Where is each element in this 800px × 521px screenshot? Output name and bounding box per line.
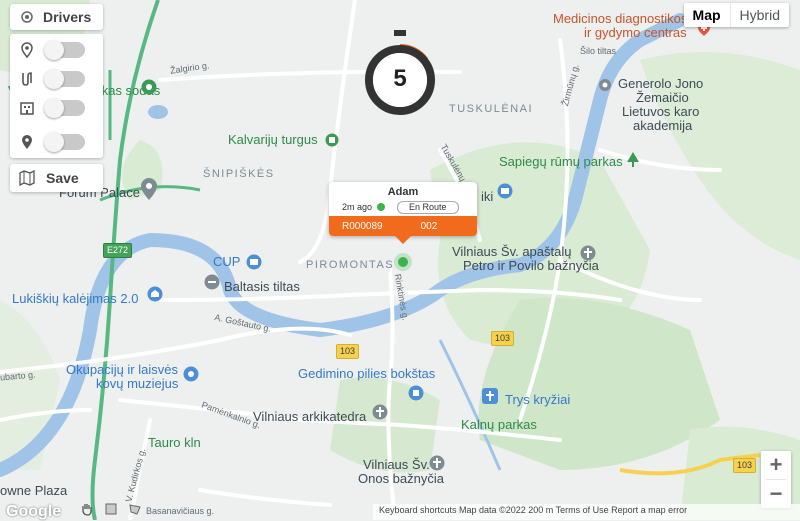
- driver-location-marker[interactable]: [394, 253, 412, 271]
- driver-last-seen: 2m ago: [342, 202, 373, 212]
- place-label-tauro-kalnas[interactable]: Tauro kln: [148, 435, 201, 451]
- church-petro-icon[interactable]: [580, 245, 596, 261]
- place-label-onos-line2: Onos bažnyčia: [358, 471, 444, 486]
- zoom-control: + −: [761, 451, 791, 508]
- settings-icon: [21, 11, 33, 23]
- road-shield-103: 103: [336, 344, 360, 359]
- place-label-cup[interactable]: CUP: [213, 254, 240, 270]
- order-id: R000089: [342, 220, 383, 232]
- shop-pin-icon[interactable]: [497, 183, 513, 199]
- museum-icon[interactable]: [147, 286, 163, 302]
- street-label-silo-tiltas: Šilo tiltas: [580, 46, 617, 56]
- driver-info-card[interactable]: Adam 2m ago En Route R000089 002: [329, 182, 477, 244]
- order-number: 002: [420, 220, 438, 232]
- district-label-piromontas: PIROMONTAS: [306, 259, 395, 271]
- timer-value: 5: [393, 65, 407, 92]
- road-shield-103-south: 103: [733, 458, 757, 473]
- cup-mall-icon[interactable]: [246, 254, 262, 270]
- buildings-switch[interactable]: [44, 98, 85, 118]
- castle-icon[interactable]: [408, 385, 424, 401]
- square-draw-icon[interactable]: [104, 502, 118, 516]
- place-label-petro-povilo-line2: Petro ir Povilo bažnyčia: [463, 258, 599, 273]
- driver-status-badge: En Route: [397, 200, 459, 214]
- layer-toggles: [10, 34, 103, 158]
- place-pin-icon[interactable]: [598, 78, 612, 92]
- google-logo[interactable]: Google: [6, 503, 61, 521]
- save-button[interactable]: Save: [10, 164, 103, 192]
- place-label-arkikatedra[interactable]: Vilniaus arkikatedra: [253, 409, 366, 425]
- place-label-sapiegu-parkas[interactable]: Sapiegų rūmų parkas: [499, 154, 623, 170]
- map-type-map-button[interactable]: Map: [684, 3, 730, 27]
- district-label-snipiskes: ŠNIPIŠKĖS: [203, 168, 275, 180]
- forum-pin-icon[interactable]: [140, 178, 158, 200]
- place-label-baltasis-tiltas[interactable]: Baltasis tiltas: [224, 279, 300, 295]
- place-label-lukiskiu[interactable]: Lukiškių kalėjimas 2.0: [12, 291, 138, 307]
- place-label-towne-plaza[interactable]: owne Plaza: [0, 483, 67, 499]
- toggle-row-locations: [10, 128, 103, 156]
- toggle-row-pins: [10, 36, 103, 64]
- place-label-generolo-line4: akademija: [633, 118, 693, 133]
- tree-icon: [627, 152, 639, 167]
- map-attribution: Keyboard shortcuts Map data ©2022 200 m …: [373, 504, 800, 520]
- place-label-gedimino[interactable]: Gedimino pilies bokštas: [298, 366, 435, 382]
- hand-pan-icon[interactable]: [80, 502, 94, 516]
- church-icon[interactable]: [372, 404, 388, 420]
- route-icon: [22, 72, 32, 86]
- toggle-row-routes: [10, 65, 103, 93]
- monument-icon[interactable]: [482, 388, 498, 404]
- order-bar[interactable]: R000089 002: [329, 216, 477, 236]
- place-label-kalnu-parkas[interactable]: Kalnų parkas: [461, 417, 537, 433]
- map-pin-icon: [21, 42, 33, 58]
- locations-switch[interactable]: [44, 132, 85, 152]
- routes-switch[interactable]: [44, 69, 85, 89]
- drivers-label: Drivers: [43, 9, 92, 25]
- toggle-row-buildings: [10, 94, 103, 122]
- location-icon: [22, 135, 32, 149]
- garden-pin-icon[interactable]: [141, 79, 157, 95]
- zoom-in-button[interactable]: +: [761, 451, 791, 479]
- map-type-hybrid-button[interactable]: Hybrid: [729, 3, 789, 27]
- museum-pin-icon[interactable]: [183, 366, 199, 382]
- pins-switch[interactable]: [44, 40, 85, 60]
- place-label-trys-kryziai[interactable]: Trys kryžiai: [505, 392, 570, 408]
- refresh-countdown-timer[interactable]: 5: [364, 30, 436, 116]
- street-label-basanaviciaus: Basanavičiaus g.: [146, 506, 215, 516]
- district-label-tuskulenai: TUSKULĖNAI: [449, 103, 534, 115]
- driver-name: Adam: [387, 186, 419, 198]
- place-label-kalvariju-turgus[interactable]: Kalvarijų turgus: [228, 132, 318, 148]
- road-shield-e272: E272: [103, 243, 133, 258]
- drivers-toggle-button[interactable]: Drivers: [10, 4, 103, 30]
- bridge-icon: [204, 274, 220, 290]
- place-label-okupaciju-line2: kovų muziejus: [96, 376, 179, 391]
- polygon-draw-icon[interactable]: [128, 502, 142, 516]
- place-label-iki[interactable]: iki: [481, 189, 493, 205]
- place-label-medicinos-line2: ir gydymo centras: [584, 25, 687, 40]
- map-save-icon: [19, 170, 35, 186]
- road-shield-103-east: 103: [491, 331, 515, 346]
- market-pin-icon[interactable]: [325, 133, 339, 147]
- card-pointer: [395, 236, 411, 244]
- save-label: Save: [46, 170, 79, 186]
- building-icon: [20, 102, 34, 115]
- church-onos-icon[interactable]: [429, 455, 445, 471]
- online-status-dot: [377, 203, 386, 211]
- map-tools: [80, 502, 142, 516]
- map-type-control: Map Hybrid: [683, 3, 789, 27]
